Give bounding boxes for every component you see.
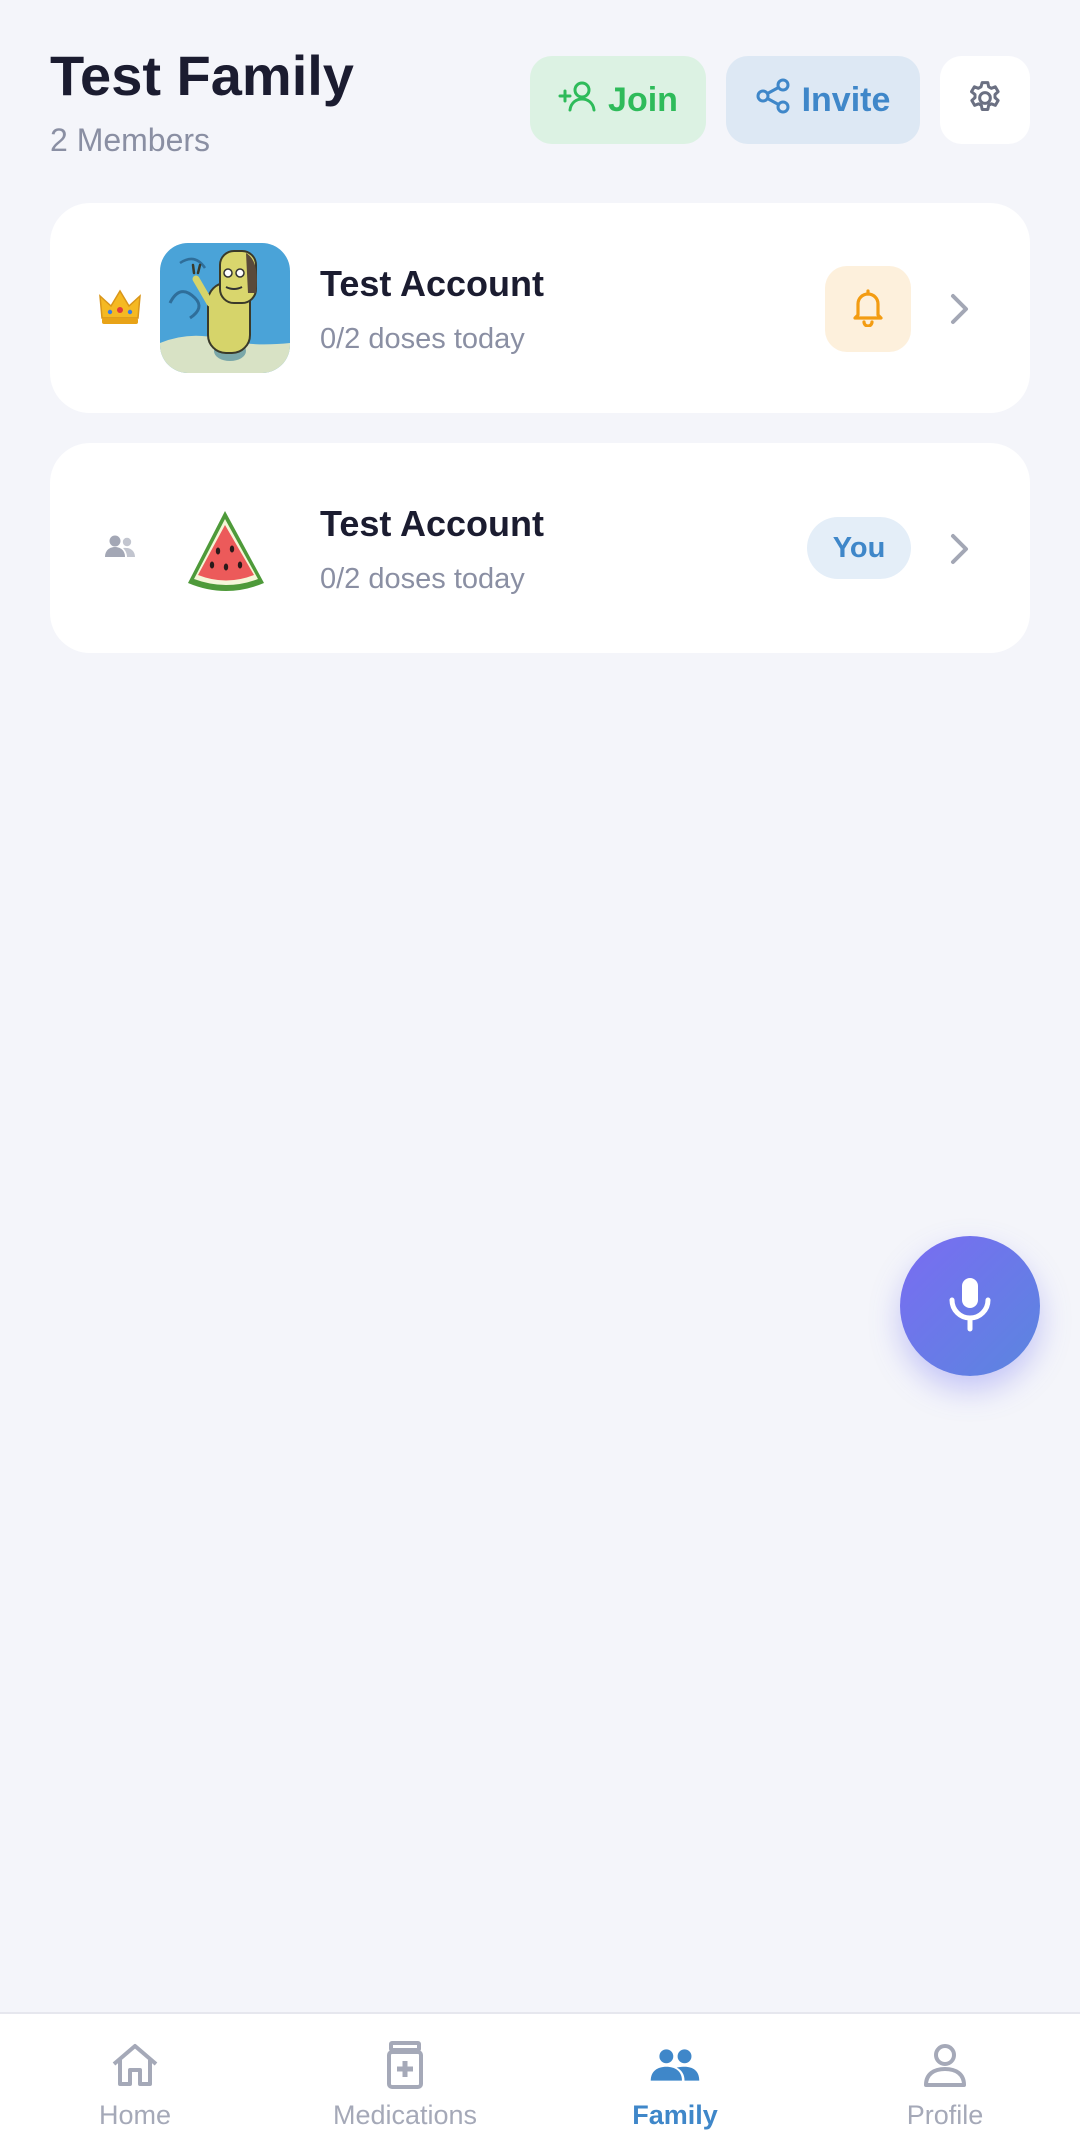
you-badge: You xyxy=(807,517,911,579)
settings-button[interactable] xyxy=(940,56,1030,144)
member-card[interactable]: Test Account 0/2 doses today You xyxy=(50,443,1030,653)
profile-icon xyxy=(919,2040,971,2090)
avatar xyxy=(160,483,290,613)
nav-label: Medications xyxy=(332,2100,478,2130)
chevron-right-icon[interactable] xyxy=(940,289,980,329)
dose-status: 0/2 doses today xyxy=(320,323,525,355)
join-button[interactable]: Join xyxy=(530,56,706,144)
voice-button[interactable] xyxy=(900,1236,1040,1376)
family-icon xyxy=(649,2040,701,2090)
nav-label: Family xyxy=(632,2100,718,2130)
crown-icon xyxy=(96,283,144,331)
invite-label: Invite xyxy=(801,80,891,119)
join-label: Join xyxy=(608,80,678,119)
member-name: Test Account xyxy=(320,503,545,544)
avatar xyxy=(160,243,290,373)
people-icon xyxy=(96,523,144,571)
add-person-icon xyxy=(558,79,596,122)
microphone-icon xyxy=(947,1275,993,1338)
remind-button[interactable] xyxy=(825,266,911,352)
nav-family[interactable]: Family xyxy=(540,2014,810,2151)
nav-label: Home xyxy=(98,2100,172,2130)
bell-icon xyxy=(849,287,887,332)
nav-label: Profile xyxy=(906,2100,984,2130)
home-icon xyxy=(109,2040,161,2090)
member-card[interactable]: Test Account 0/2 doses today xyxy=(50,203,1030,413)
nav-profile[interactable]: Profile xyxy=(810,2014,1080,2151)
share-icon xyxy=(756,78,790,123)
medication-icon xyxy=(379,2040,431,2090)
bottom-nav: Home Medications Family Profile xyxy=(0,2012,1080,2151)
nav-medications[interactable]: Medications xyxy=(270,2014,540,2151)
invite-button[interactable]: Invite xyxy=(726,56,920,144)
chevron-right-icon[interactable] xyxy=(940,529,980,569)
member-name: Test Account xyxy=(320,263,545,304)
family-screen: Test Family 2 Members Join Invite Test A… xyxy=(0,0,1080,2151)
dose-status: 0/2 doses today xyxy=(320,563,525,595)
header: Test Family 2 Members Join Invite xyxy=(50,44,1030,164)
nav-home[interactable]: Home xyxy=(0,2014,270,2151)
gear-icon xyxy=(965,78,1005,123)
header-actions: Join Invite xyxy=(530,56,1030,144)
